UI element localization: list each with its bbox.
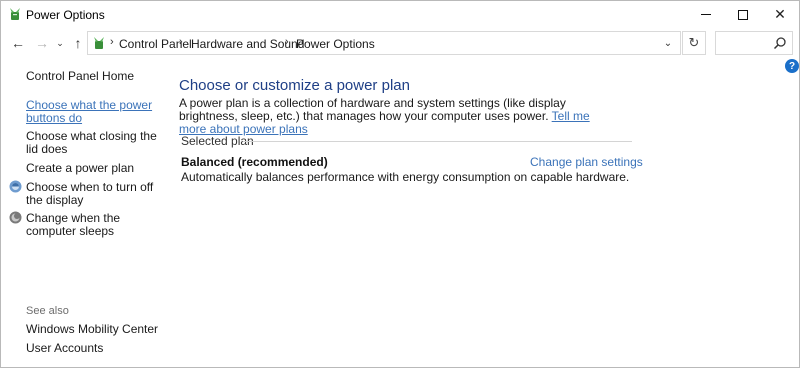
help-button[interactable]: ?: [785, 59, 799, 73]
change-plan-settings-link[interactable]: Change plan settings: [530, 155, 643, 169]
sidebar-item-computer-sleeps[interactable]: Change when the computer sleeps: [26, 212, 161, 238]
maximize-icon: [738, 9, 748, 20]
sidebar-item-create-power-plan[interactable]: Create a power plan: [26, 162, 161, 175]
navigation-bar: ← → ⌄ ↑ › Control Panel › Hardware and S…: [1, 29, 799, 57]
chevron-down-icon: ⌄: [56, 37, 64, 48]
minimize-icon: [701, 14, 711, 15]
sidebar-item-turn-off-display[interactable]: Choose when to turn off the display: [26, 181, 161, 207]
sidebar-item-closing-lid[interactable]: Choose what closing the lid does: [26, 130, 161, 156]
control-panel-icon: [94, 37, 104, 49]
see-also-heading: See also: [26, 305, 69, 317]
breadcrumb-separator: ›: [110, 36, 114, 48]
display-icon: [9, 180, 22, 193]
up-arrow-icon: ↑: [74, 35, 82, 51]
breadcrumb-separator: ›: [285, 36, 289, 48]
power-options-icon: [10, 8, 20, 20]
search-icon[interactable]: [773, 36, 787, 50]
refresh-icon: ↻: [688, 35, 700, 50]
page-title: Choose or customize a power plan: [179, 77, 410, 94]
power-options-window: Power Options ✕ ← → ⌄ ↑ › Control Panel …: [0, 0, 800, 368]
sidebar: Control Panel Home Choose what the power…: [1, 61, 166, 361]
close-button[interactable]: ✕: [762, 1, 798, 28]
minimize-button[interactable]: [688, 1, 724, 28]
section-divider: [243, 141, 632, 142]
see-also-item-windows-mobility-center[interactable]: Windows Mobility Center: [26, 323, 161, 336]
address-bar[interactable]: › Control Panel › Hardware and Sound › P…: [87, 31, 681, 55]
forward-button[interactable]: →: [32, 33, 52, 53]
title-bar[interactable]: Power Options ✕: [1, 1, 799, 28]
breadcrumb-power-options[interactable]: Power Options: [296, 37, 375, 51]
forward-arrow-icon: →: [35, 35, 49, 51]
see-also-item-user-accounts[interactable]: User Accounts: [26, 342, 161, 355]
close-icon: ✕: [774, 6, 786, 22]
sleep-icon: [9, 211, 22, 224]
recent-locations-button[interactable]: ⌄: [53, 33, 67, 53]
back-arrow-icon: ←: [11, 35, 25, 51]
search-input[interactable]: [715, 31, 793, 55]
address-dropdown-button[interactable]: ⌄: [660, 35, 676, 51]
help-icon: ?: [788, 60, 796, 72]
refresh-button[interactable]: ↻: [682, 31, 706, 55]
up-button[interactable]: ↑: [68, 33, 88, 53]
back-button[interactable]: ←: [8, 33, 28, 53]
plan-description: Automatically balances performance with …: [181, 170, 630, 184]
chevron-down-icon: ⌄: [663, 37, 673, 49]
description-text: A power plan is a collection of hardware…: [179, 96, 566, 123]
page-description: A power plan is a collection of hardware…: [179, 97, 619, 136]
sidebar-item-control-panel-home[interactable]: Control Panel Home: [26, 70, 161, 83]
sidebar-item-power-buttons[interactable]: Choose what the power buttons do: [26, 99, 161, 125]
maximize-button[interactable]: [725, 1, 761, 28]
plan-name: Balanced (recommended): [181, 155, 328, 169]
window-title: Power Options: [26, 8, 105, 22]
breadcrumb-separator: ›: [179, 36, 183, 48]
